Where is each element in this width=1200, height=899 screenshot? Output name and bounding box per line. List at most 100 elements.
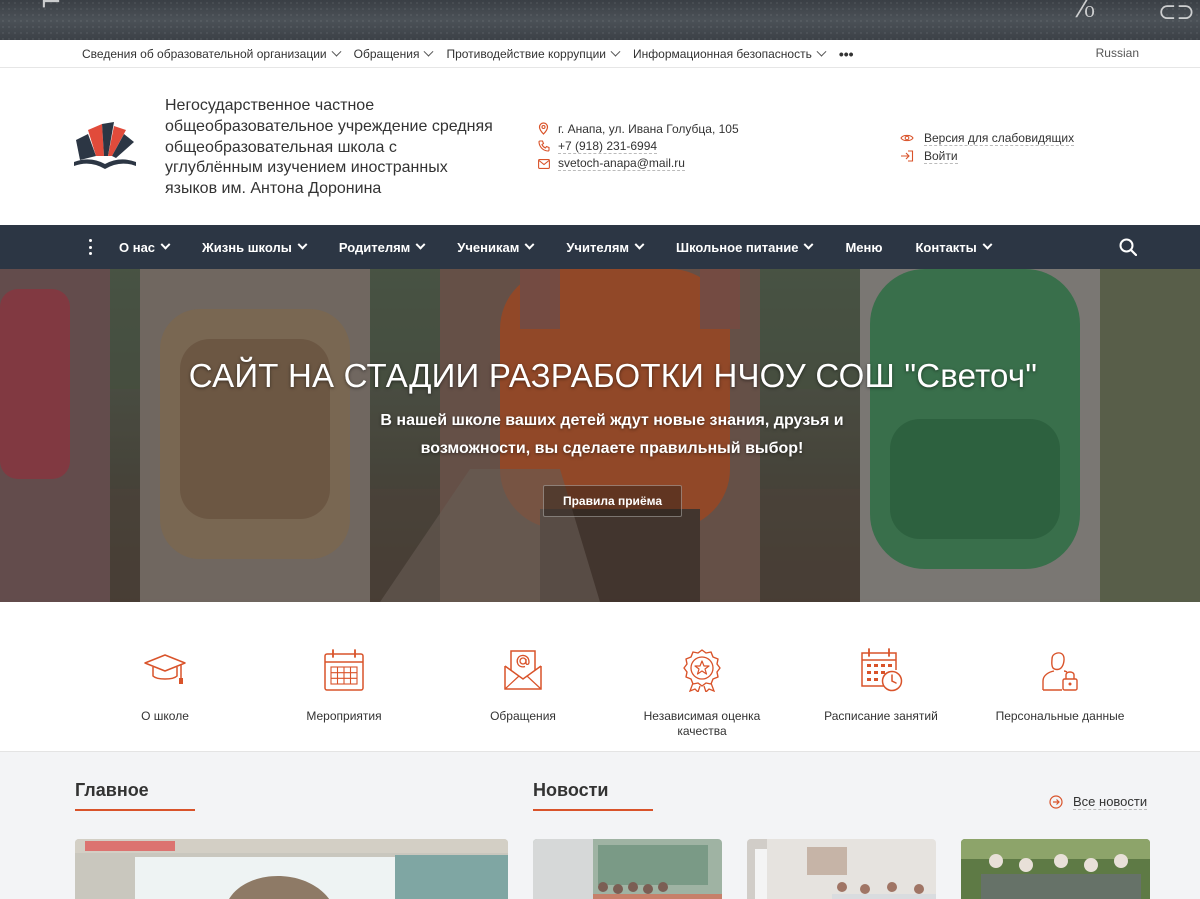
header-actions: Версия для слабовидящих Войти: [900, 129, 1075, 165]
top-banner-decoration: ⌐ ⁄₀ ⊂⊃: [0, 0, 1200, 40]
utility-menu-label: Информационная безопасность: [633, 47, 812, 61]
user-lock-icon: [1042, 652, 1078, 691]
nav-item-school-life[interactable]: Жизнь школы: [202, 239, 308, 255]
site-header: Негосударственное частное общеобразовате…: [0, 68, 1200, 225]
nav-item-label: Контакты: [915, 239, 977, 255]
nav-item-label: Ученикам: [457, 239, 520, 255]
email-link[interactable]: svetoch-anapa@mail.ru: [558, 156, 685, 172]
nav-item-contacts[interactable]: Контакты: [915, 239, 993, 255]
nav-item-label: Родителям: [338, 239, 411, 255]
chevron-down-icon: [524, 239, 535, 250]
chevron-down-icon: [804, 239, 814, 250]
chalk-doodle: ⌐: [40, 0, 62, 18]
chevron-down-icon: [610, 46, 621, 57]
phone-row: +7 (918) 231-6994: [537, 138, 739, 156]
admission-rules-button[interactable]: Правила приёма: [543, 485, 682, 517]
chevron-down-icon: [160, 239, 171, 250]
accessibility-label: Версия для слабовидящих: [924, 130, 1075, 146]
map-pin-icon: [537, 122, 550, 136]
nav-item-label: О нас: [119, 239, 156, 255]
calendar-icon: [324, 649, 364, 691]
chalk-doodle: ⊂⊃: [1158, 0, 1195, 25]
nav-item-students[interactable]: Ученикам: [457, 239, 535, 255]
envelope-at-icon: [504, 650, 542, 690]
news-card-image[interactable]: [961, 839, 1150, 899]
nav-item-label: Школьное питание: [676, 239, 799, 255]
email-row: svetoch-anapa@mail.ru: [537, 155, 739, 173]
quick-link-label: Независимая оценка качества: [643, 709, 761, 738]
news-card-image[interactable]: [533, 839, 722, 899]
quick-link-schedule[interactable]: Расписание занятий: [811, 602, 951, 752]
chevron-down-icon: [415, 239, 426, 250]
mail-icon: [537, 157, 550, 170]
quick-link-label: Расписание занятий: [824, 709, 938, 723]
accessibility-toggle[interactable]: Версия для слабовидящих: [900, 129, 1075, 147]
more-vertical-icon[interactable]: [86, 239, 94, 255]
quick-link-label: О школе: [141, 709, 189, 723]
all-news-label: Все новости: [1073, 794, 1148, 810]
nav-item-label: Учителям: [566, 239, 630, 255]
news-card-image[interactable]: [747, 839, 936, 899]
hero-banner: САЙТ НА СТАДИИ РАЗРАБОТКИ НЧОУ СОШ "Свет…: [0, 269, 1200, 602]
utility-menu-item[interactable]: Противодействие коррупции: [446, 46, 621, 61]
section-title-underline: [533, 809, 653, 811]
address-text: г. Анапа, ул. Ивана Голубца, 105: [558, 121, 739, 136]
search-icon[interactable]: [1119, 238, 1137, 256]
login-link[interactable]: Войти: [900, 147, 1074, 165]
nav-item-label: Жизнь школы: [202, 239, 292, 255]
quick-links: О школе Мероприятия Обращения Независима…: [0, 602, 1200, 752]
quick-link-label: Мероприятия: [306, 709, 382, 723]
utility-menu-label: Противодействие коррупции: [446, 47, 607, 61]
language-switcher[interactable]: Russian: [1096, 46, 1139, 60]
school-logo[interactable]: [74, 120, 136, 172]
utility-menu-item[interactable]: Информационная безопасность: [633, 46, 827, 61]
quick-link-events[interactable]: Мероприятия: [274, 602, 414, 752]
nav-item-school-meals[interactable]: Школьное питание: [676, 239, 814, 255]
graduation-cap-icon: [144, 654, 186, 684]
quick-link-appeals[interactable]: Обращения: [453, 602, 593, 752]
contact-info: г. Анапа, ул. Ивана Голубца, 105 +7 (918…: [537, 120, 739, 173]
nav-item-label: Меню: [845, 239, 883, 255]
utility-menu-label: Обращения: [353, 47, 420, 61]
login-label: Войти: [924, 148, 958, 164]
utility-menu: Сведения об образовательной организации …: [82, 40, 868, 68]
phone-icon: [537, 140, 550, 153]
award-star-icon: [683, 649, 721, 692]
nav-item-about[interactable]: О нас: [119, 239, 171, 255]
quick-link-personal-data[interactable]: Персональные данные: [990, 602, 1130, 752]
phone-link[interactable]: +7 (918) 231-6994: [558, 139, 658, 154]
chevron-down-icon: [297, 239, 308, 250]
nav-item-parents[interactable]: Родителям: [338, 239, 426, 255]
chevron-down-icon: [331, 46, 342, 57]
hero-title: САЙТ НА СТАДИИ РАЗРАБОТКИ НЧОУ СОШ "Свет…: [188, 357, 1038, 394]
chevron-down-icon: [634, 239, 645, 250]
all-news-link[interactable]: Все новости: [1049, 794, 1148, 810]
arrow-right-circle-icon: [1049, 795, 1063, 809]
news-section-title: Новости: [533, 780, 609, 800]
chevron-down-icon: [423, 46, 434, 57]
quick-link-about-school[interactable]: О школе: [95, 602, 235, 752]
address-row: г. Анапа, ул. Ивана Голубца, 105: [537, 120, 739, 138]
utility-menu-item[interactable]: Обращения: [353, 46, 434, 61]
hero-subtitle: В нашей школе ваших детей ждут новые зна…: [380, 412, 844, 457]
utility-menu-label: Сведения об образовательной организации: [82, 47, 327, 61]
login-icon: [900, 150, 916, 162]
calendar-clock-icon: [861, 648, 903, 692]
main-news-image[interactable]: [75, 839, 508, 899]
more-horizontal-icon[interactable]: •••: [839, 46, 854, 62]
organization-name: Негосударственное частное общеобразовате…: [165, 97, 493, 198]
nav-item-menu[interactable]: Меню: [845, 240, 882, 255]
utility-bar: Сведения об образовательной организации …: [0, 40, 1200, 68]
chevron-down-icon: [982, 239, 993, 250]
section-title-underline: [75, 809, 195, 811]
content-sections: Главное Новости Все новости: [0, 752, 1200, 899]
chalk-doodle: ⁄₀: [1080, 0, 1095, 24]
nav-item-teachers[interactable]: Учителям: [566, 239, 645, 255]
main-navigation: О нас Жизнь школы Родителям Ученикам Учи…: [0, 225, 1200, 269]
chevron-down-icon: [816, 46, 827, 57]
quick-link-quality-assessment[interactable]: Независимая оценка качества: [632, 602, 772, 752]
quick-link-label: Персональные данные: [995, 709, 1125, 723]
main-section-title: Главное: [75, 780, 149, 800]
utility-menu-item[interactable]: Сведения об образовательной организации: [82, 46, 342, 61]
eye-icon: [900, 133, 916, 143]
